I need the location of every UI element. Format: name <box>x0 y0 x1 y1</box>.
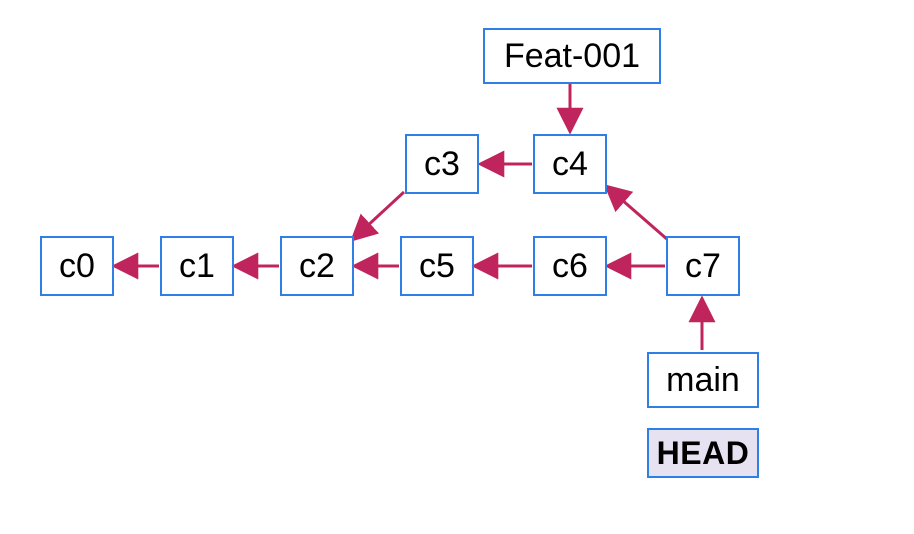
commit-c2: c2 <box>280 236 354 296</box>
commit-label: c1 <box>179 249 215 283</box>
commit-c6: c6 <box>533 236 607 296</box>
commit-label: c2 <box>299 249 335 283</box>
commit-c0: c0 <box>40 236 114 296</box>
branch-label: main <box>666 363 740 397</box>
commit-c4: c4 <box>533 134 607 194</box>
branch-main: main <box>647 352 759 408</box>
commit-label: c5 <box>419 249 455 283</box>
commit-c3: c3 <box>405 134 479 194</box>
commit-label: c4 <box>552 147 588 181</box>
commit-label: c3 <box>424 147 460 181</box>
edge-c7-c4 <box>606 186 668 240</box>
commit-c7: c7 <box>666 236 740 296</box>
head-label: HEAD <box>657 437 750 469</box>
commit-c5: c5 <box>400 236 474 296</box>
commit-label: c6 <box>552 249 588 283</box>
branch-label: Feat-001 <box>504 39 640 73</box>
commit-label: c0 <box>59 249 95 283</box>
edge-c3-c2 <box>352 192 404 240</box>
commit-c1: c1 <box>160 236 234 296</box>
branch-feat: Feat-001 <box>483 28 661 84</box>
commit-label: c7 <box>685 249 721 283</box>
head-ref: HEAD <box>647 428 759 478</box>
